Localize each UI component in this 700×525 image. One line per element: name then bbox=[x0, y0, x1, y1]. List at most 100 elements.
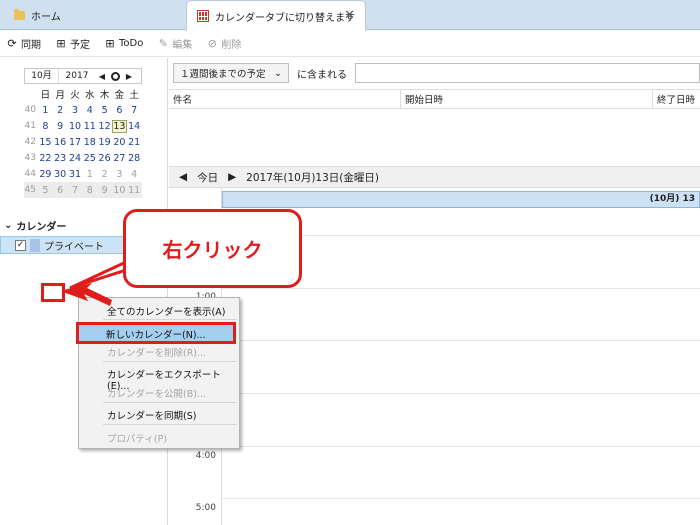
prev-month-icon[interactable]: ◀ bbox=[95, 72, 109, 81]
context-menu: 全てのカレンダーを表示(A) カレンダーを削除(R)... カレンダーをエクスポ… bbox=[78, 297, 240, 449]
week-row: 43 22 23 24 25 26 27 28 bbox=[24, 150, 142, 166]
new-event-icon: ⊞ bbox=[56, 37, 66, 50]
week-number: 40 bbox=[24, 105, 36, 115]
delete-button[interactable]: ⊘ 削除 bbox=[206, 36, 242, 51]
tab-calendar[interactable]: カレンダータブに切り替えます ✕ bbox=[186, 0, 366, 31]
column-header-title[interactable]: 件名 bbox=[169, 90, 401, 108]
sync-label: 同期 bbox=[21, 40, 41, 51]
today-day-cell[interactable]: 13 bbox=[111, 119, 127, 133]
menu-item-delete-calendar[interactable]: カレンダーを削除(R)... bbox=[107, 345, 206, 359]
day-cell[interactable]: 7 bbox=[127, 105, 142, 116]
calendar-checkbox[interactable]: ✓ bbox=[15, 239, 26, 251]
menu-separator bbox=[103, 361, 237, 362]
new-event-label: 予定 bbox=[70, 40, 90, 51]
menu-item-sync[interactable]: カレンダーを同期(S) bbox=[107, 408, 196, 422]
day-cell[interactable]: 2 bbox=[53, 105, 68, 116]
day-cell[interactable]: 3 bbox=[68, 105, 83, 116]
column-header-start[interactable]: 開始日時 bbox=[401, 90, 653, 108]
day-cell[interactable]: 15 bbox=[38, 137, 53, 148]
day-cell[interactable]: 27 bbox=[112, 153, 127, 164]
mini-calendar-year[interactable]: 2017 bbox=[59, 69, 95, 83]
today-button[interactable]: 今日 bbox=[197, 170, 218, 185]
day-cell[interactable]: 26 bbox=[97, 153, 112, 164]
day-cell[interactable]: 9 bbox=[97, 185, 112, 196]
tab-home-label: ホーム bbox=[31, 11, 61, 23]
today-circle-icon[interactable] bbox=[111, 71, 120, 81]
current-date-label: 2017年(10月)13日(金曜日) bbox=[246, 171, 379, 184]
tab-home[interactable]: ホーム bbox=[14, 0, 174, 30]
week-number: 42 bbox=[24, 137, 36, 147]
hour-gridline bbox=[222, 288, 700, 289]
close-icon[interactable]: ✕ bbox=[344, 8, 355, 23]
day-cell[interactable]: 10 bbox=[68, 121, 83, 132]
day-cell[interactable]: 9 bbox=[53, 121, 68, 132]
day-cell[interactable]: 14 bbox=[127, 121, 142, 132]
next-day-icon[interactable]: ▶ bbox=[228, 171, 236, 183]
day-cell[interactable]: 6 bbox=[53, 185, 68, 196]
day-cell[interactable]: 16 bbox=[53, 137, 68, 148]
day-cell[interactable]: 11 bbox=[82, 121, 97, 132]
time-label: 4:00 bbox=[195, 451, 216, 461]
day-cell[interactable]: 21 bbox=[127, 137, 142, 148]
filter-search-input[interactable] bbox=[355, 63, 700, 83]
day-cell[interactable]: 4 bbox=[127, 169, 142, 180]
mini-calendar-month[interactable]: 10月 bbox=[25, 69, 59, 83]
calendar-color-swatch bbox=[30, 238, 40, 252]
next-month-icon[interactable]: ▶ bbox=[122, 72, 136, 81]
app-window: ホーム カレンダータブに切り替えます ✕ ⟳ 同期 ⊞ 予定 ⊞ ToDo ✎ … bbox=[0, 0, 700, 525]
week-number: 44 bbox=[24, 169, 36, 179]
week-number: 45 bbox=[24, 185, 36, 195]
prev-day-icon[interactable]: ◀ bbox=[179, 171, 187, 183]
menu-item-properties[interactable]: プロパティ(P) bbox=[107, 431, 167, 445]
day-cell[interactable]: 17 bbox=[68, 137, 83, 148]
day-cell[interactable]: 28 bbox=[127, 153, 142, 164]
day-cell[interactable]: 7 bbox=[68, 185, 83, 196]
task-filter-bar: １週間後までの予定 ⌄ に含まれる bbox=[169, 62, 700, 84]
day-cell[interactable]: 31 bbox=[68, 169, 83, 180]
column-header-end[interactable]: 終了日時 bbox=[653, 90, 700, 108]
week-row: 41 8 9 10 11 12 13 14 bbox=[24, 118, 142, 134]
day-cell[interactable]: 11 bbox=[127, 185, 142, 196]
new-todo-button[interactable]: ⊞ ToDo bbox=[104, 37, 143, 50]
day-cell[interactable]: 22 bbox=[38, 153, 53, 164]
day-cell[interactable]: 23 bbox=[53, 153, 68, 164]
calendar-list-header[interactable]: ⌄ カレンダー bbox=[4, 218, 66, 233]
day-cell[interactable]: 1 bbox=[82, 169, 97, 180]
week-row: 45 5 6 7 8 9 10 11 bbox=[24, 182, 142, 198]
day-cell[interactable]: 30 bbox=[53, 169, 68, 180]
day-cell[interactable]: 8 bbox=[38, 121, 53, 132]
day-cell[interactable]: 8 bbox=[82, 185, 97, 196]
filter-select[interactable]: １週間後までの予定 ⌄ bbox=[173, 63, 289, 83]
day-cell[interactable]: 29 bbox=[38, 169, 53, 180]
day-cell[interactable]: 18 bbox=[82, 137, 97, 148]
menu-item-new-calendar[interactable]: 新しいカレンダー(N)... bbox=[76, 322, 236, 344]
day-cell[interactable]: 3 bbox=[112, 169, 127, 180]
day-cell[interactable]: 25 bbox=[82, 153, 97, 164]
day-cell[interactable]: 2 bbox=[97, 169, 112, 180]
day-cell[interactable]: 5 bbox=[38, 185, 53, 196]
day-cell[interactable]: 24 bbox=[68, 153, 83, 164]
menu-item-publish[interactable]: カレンダーを公開(B)... bbox=[107, 386, 206, 400]
day-cell[interactable]: 5 bbox=[97, 105, 112, 116]
calendar-list-title: カレンダー bbox=[16, 222, 67, 233]
new-event-button[interactable]: ⊞ 予定 bbox=[55, 36, 90, 51]
weekday-label: 土 bbox=[129, 90, 139, 101]
week-number: 41 bbox=[24, 121, 36, 131]
day-cell[interactable]: 10 bbox=[112, 185, 127, 196]
edit-label: 編集 bbox=[172, 40, 193, 51]
edit-button[interactable]: ✎ 編集 bbox=[157, 36, 193, 51]
day-cell[interactable]: 6 bbox=[112, 105, 127, 116]
week-row: 40 1 2 3 4 5 6 7 bbox=[24, 102, 142, 118]
day-cell[interactable]: 12 bbox=[97, 121, 112, 132]
mini-calendar-header: 10月 2017 ◀ ▶ bbox=[24, 68, 142, 84]
calendar-icon bbox=[197, 10, 209, 22]
sync-button[interactable]: ⟳ 同期 bbox=[6, 36, 41, 51]
callout-text: 右クリック bbox=[162, 238, 263, 262]
menu-item-show-all[interactable]: 全てのカレンダーを表示(A) bbox=[107, 304, 225, 318]
week-row: 44 29 30 31 1 2 3 4 bbox=[24, 166, 142, 182]
day-cell[interactable]: 1 bbox=[38, 105, 53, 116]
tab-bar: ホーム カレンダータブに切り替えます ✕ bbox=[0, 0, 700, 31]
day-cell[interactable]: 19 bbox=[97, 137, 112, 148]
day-cell[interactable]: 4 bbox=[82, 105, 97, 116]
day-cell[interactable]: 20 bbox=[112, 137, 127, 148]
